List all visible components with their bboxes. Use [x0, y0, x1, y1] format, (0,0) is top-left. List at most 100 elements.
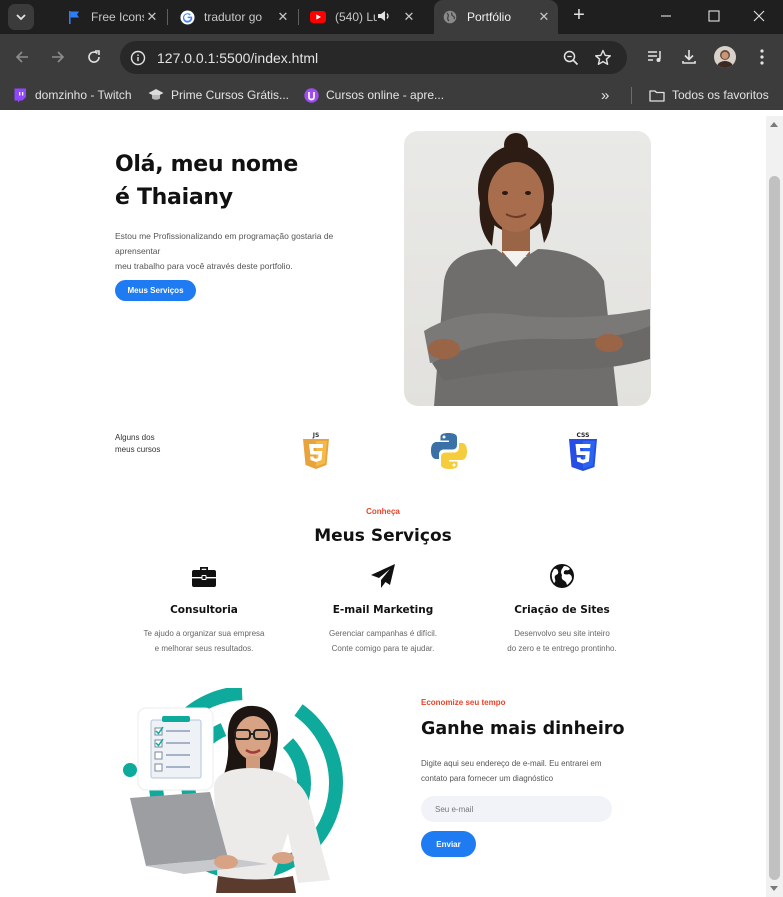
- reload-button[interactable]: [82, 45, 106, 69]
- promo-description: Digite aqui seu endereço de e-mail. Eu e…: [421, 756, 636, 786]
- graduation-cap-icon: [148, 87, 164, 103]
- reload-icon: [88, 50, 100, 63]
- arrow-right-icon: [52, 51, 65, 63]
- services-title: Meus Serviços: [314, 526, 452, 546]
- bookmark-label: Todos os favoritos: [672, 88, 769, 102]
- hero-text-line: aprensentar: [115, 246, 161, 256]
- tab-title: Portfólio: [467, 10, 512, 24]
- close-icon[interactable]: ✕: [275, 9, 291, 25]
- google-icon: [179, 9, 195, 25]
- service-description: Desenvolvo seu site inteiro do zero e te…: [472, 626, 652, 656]
- flag-icon: [66, 9, 82, 25]
- email-input[interactable]: [421, 796, 612, 822]
- close-icon[interactable]: ✕: [144, 9, 160, 25]
- hero-title-line: Olá, meu nome: [115, 152, 298, 177]
- service-title: E-mail Marketing: [332, 604, 434, 616]
- promo-text-line: Digite aqui seu endereço de e-mail. Eu e…: [421, 759, 602, 768]
- service-description: Gerenciar campanhas é difícil. Conte com…: [293, 626, 473, 656]
- tab-portfolio[interactable]: Portfólio ✕: [434, 0, 558, 34]
- tab-youtube[interactable]: (540) Lu ✕: [300, 0, 429, 34]
- page-scrollbar[interactable]: [766, 116, 783, 897]
- hero-text-line: Estou me Profissionalizando em programaç…: [115, 231, 334, 241]
- hero-title: Olá, meu nome é Thaiany: [115, 148, 375, 214]
- maximize-button[interactable]: [702, 4, 726, 28]
- tab-title: (540) Lu: [335, 10, 377, 24]
- close-icon[interactable]: ✕: [536, 9, 552, 25]
- course-logo-icon: [303, 87, 319, 103]
- zoom-icon[interactable]: [561, 48, 581, 68]
- youtube-icon: [310, 9, 326, 25]
- bookmarks-separator: [631, 87, 632, 104]
- services-eyebrow: Conheça: [366, 507, 400, 516]
- service-card-criacao-sites: Criação de Sites Desenvolvo seu site int…: [472, 562, 652, 656]
- tab-separator: [298, 9, 299, 25]
- star-icon[interactable]: [593, 48, 613, 68]
- new-tab-button[interactable]: +: [568, 5, 590, 27]
- chevron-down-icon: [16, 14, 26, 21]
- more-bookmarks-button[interactable]: »: [601, 86, 609, 104]
- promo-illustration: [118, 686, 353, 893]
- bookmark-twitch[interactable]: domzinho - Twitch: [12, 86, 132, 104]
- bookmark-cursos-online[interactable]: Cursos online - apre...: [303, 86, 444, 104]
- hero-description: Estou me Profissionalizando em programaç…: [115, 229, 365, 274]
- service-title: Criação de Sites: [514, 604, 610, 616]
- js-icon: JS: [302, 430, 330, 475]
- python-icon: [430, 432, 468, 475]
- courses-label: Alguns dos meus cursos: [115, 432, 160, 456]
- service-description-line: e melhorar seus resultados.: [154, 644, 254, 653]
- bookmark-prime-cursos[interactable]: Prime Cursos Grátis...: [148, 86, 289, 104]
- all-bookmarks-button[interactable]: Todos os favoritos: [649, 86, 769, 104]
- service-card-consultoria: Consultoria Te ajudo a organizar sua emp…: [114, 562, 294, 656]
- globe-icon: [442, 9, 458, 25]
- service-title: Consultoria: [170, 604, 238, 616]
- more-menu-icon[interactable]: [750, 45, 774, 69]
- folder-icon: [649, 87, 665, 103]
- media-controls-icon[interactable]: [643, 45, 667, 69]
- service-description-line: Gerenciar campanhas é difícil.: [328, 629, 438, 638]
- promo-title: Ganhe mais dinheiro: [421, 719, 625, 739]
- tab-tradutor[interactable]: tradutor go ✕: [168, 0, 297, 34]
- promo-text-line: contato para fornecer um diagnóstico: [421, 774, 554, 783]
- minimize-button[interactable]: [654, 4, 678, 28]
- arrow-left-icon: [15, 51, 28, 63]
- courses-label-line: Alguns dos: [115, 433, 155, 442]
- site-info-icon[interactable]: [128, 48, 148, 68]
- service-description-line: Conte comigo para te ajudar.: [331, 644, 435, 653]
- services-button[interactable]: Meus Serviços: [115, 280, 196, 301]
- page-viewport: Olá, meu nome é Thaiany Estou me Profiss…: [0, 116, 766, 897]
- forward-button[interactable]: [46, 45, 70, 69]
- twitch-icon: [12, 87, 28, 103]
- briefcase-icon: [192, 567, 216, 587]
- close-window-button[interactable]: [747, 4, 771, 28]
- service-description-line: do zero e te entrego prontinho.: [507, 644, 617, 653]
- tab-free-icons[interactable]: Free Icons | ✕: [48, 0, 166, 34]
- tab-title: Free Icons |: [91, 10, 144, 24]
- promo-eyebrow: Economize seu tempo: [421, 698, 506, 707]
- css-icon: CSS: [568, 430, 598, 477]
- back-button[interactable]: [10, 45, 34, 69]
- address-bar[interactable]: 127.0.0.1:5500/index.html: [120, 41, 627, 74]
- service-description-line: Desenvolvo seu site inteiro: [514, 629, 610, 638]
- service-card-email-marketing: E-mail Marketing Gerenciar campanhas é d…: [293, 562, 473, 656]
- double-chevron-right-icon: »: [601, 86, 610, 104]
- scrollbar-thumb[interactable]: [769, 176, 780, 880]
- scroll-up-arrow-icon[interactable]: [770, 122, 778, 127]
- close-icon[interactable]: ✕: [401, 9, 417, 25]
- bookmark-label: domzinho - Twitch: [35, 88, 132, 102]
- url-text: 127.0.0.1:5500/index.html: [157, 50, 319, 66]
- download-icon[interactable]: [677, 45, 701, 69]
- send-button[interactable]: Enviar: [421, 831, 476, 857]
- tab-title: tradutor go: [204, 10, 263, 24]
- scroll-down-arrow-icon[interactable]: [770, 886, 778, 891]
- close-icon: [753, 10, 765, 22]
- svg-text:JS: JS: [312, 432, 320, 439]
- speaker-icon[interactable]: [377, 10, 393, 25]
- tab-search-button[interactable]: [8, 4, 34, 30]
- profile-avatar[interactable]: [714, 46, 736, 68]
- hero-title-line: é Thaiany: [115, 185, 233, 210]
- browser-tab-strip: Free Icons | ✕ tradutor go ✕ (540) Lu ✕ …: [0, 0, 783, 34]
- service-description: Te ajudo a organizar sua empresa e melho…: [114, 626, 294, 656]
- bookmark-label: Cursos online - apre...: [326, 88, 445, 102]
- bookmark-label: Prime Cursos Grátis...: [171, 88, 290, 102]
- svg-text:CSS: CSS: [577, 432, 590, 439]
